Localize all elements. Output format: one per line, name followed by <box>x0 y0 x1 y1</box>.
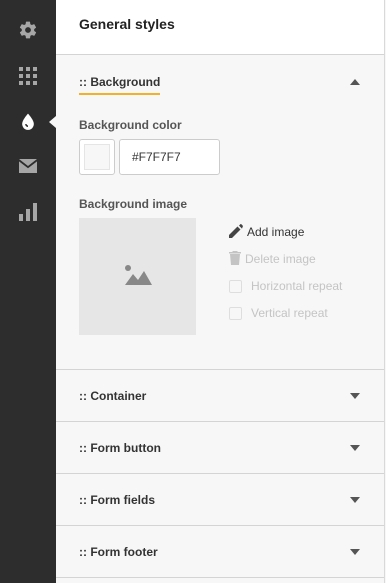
image-icon <box>123 263 153 290</box>
chevron-down-icon <box>350 392 360 399</box>
section-form-button-header[interactable]: :: Form button <box>56 422 384 474</box>
section-label: :: Form button <box>79 440 161 455</box>
add-image-label: Add image <box>247 225 305 239</box>
section-label: :: Form fields <box>79 492 156 507</box>
delete-image-button[interactable]: Delete image <box>229 250 342 268</box>
section-label: :: Background <box>79 75 161 95</box>
section-container-header[interactable]: :: Container <box>56 370 384 422</box>
chevron-down-icon <box>350 548 360 555</box>
vertical-repeat-checkbox[interactable] <box>229 306 242 320</box>
chevron-down-icon <box>350 496 360 503</box>
grid-icon <box>19 67 37 85</box>
settings-button[interactable] <box>0 7 56 53</box>
vertical-repeat-label: Vertical repeat <box>251 306 328 320</box>
section-background-body: Background color Background image <box>56 108 384 370</box>
gear-icon <box>18 20 38 40</box>
color-hex-input[interactable] <box>119 139 220 175</box>
panel-title: General styles <box>79 16 175 32</box>
color-swatch-fill <box>84 144 110 170</box>
layout-button[interactable] <box>0 53 56 99</box>
background-image-label: Background image <box>79 197 188 211</box>
chevron-up-icon <box>350 78 360 85</box>
section-label: :: Form footer <box>79 544 158 559</box>
section-background-header[interactable]: :: Background <box>56 55 384 108</box>
statistics-button[interactable] <box>0 189 56 235</box>
styles-button[interactable] <box>0 99 56 145</box>
drop-icon <box>18 112 38 132</box>
horizontal-repeat-checkbox[interactable] <box>229 279 242 293</box>
add-image-button[interactable]: Add image <box>229 223 342 241</box>
sidebar <box>0 0 56 583</box>
vertical-repeat-option: Vertical repeat <box>229 305 342 321</box>
section-label: :: Container <box>79 388 147 403</box>
background-color-label: Background color <box>79 118 182 132</box>
trash-icon <box>229 250 245 268</box>
color-swatch[interactable] <box>79 139 115 175</box>
panel-header: General styles <box>56 0 384 55</box>
section-form-fields-header[interactable]: :: Form fields <box>56 474 384 526</box>
horizontal-repeat-option: Horizontal repeat <box>229 278 342 294</box>
chevron-down-icon <box>350 444 360 451</box>
image-placeholder[interactable] <box>79 218 196 335</box>
delete-image-label: Delete image <box>245 252 316 266</box>
section-form-footer-header[interactable]: :: Form footer <box>56 526 384 578</box>
envelope-icon <box>19 158 37 174</box>
horizontal-repeat-label: Horizontal repeat <box>251 279 343 293</box>
pencil-icon <box>229 223 247 241</box>
bar-chart-icon <box>19 203 37 221</box>
style-panel: General styles :: Background Background … <box>56 0 385 583</box>
email-button[interactable] <box>0 143 56 189</box>
